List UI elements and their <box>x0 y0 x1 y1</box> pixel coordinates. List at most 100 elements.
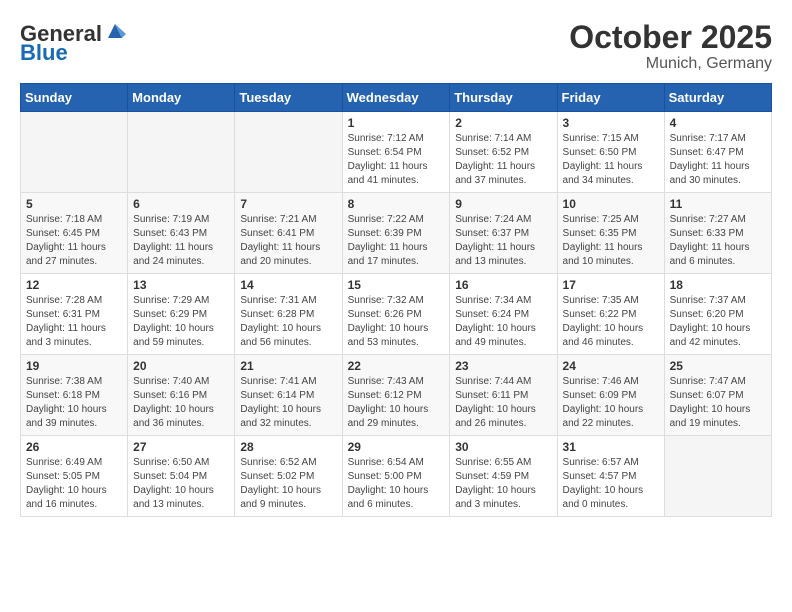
day-number: 31 <box>563 440 659 454</box>
day-info: Sunrise: 7:17 AM Sunset: 6:47 PM Dayligh… <box>670 132 766 188</box>
calendar-cell: 19 Sunrise: 7:38 AM Sunset: 6:18 PM Dayli… <box>21 355 128 436</box>
weekday-header: Thursday <box>450 84 557 112</box>
day-number: 26 <box>26 440 122 454</box>
day-number: 28 <box>240 440 336 454</box>
day-info: Sunrise: 7:41 AM Sunset: 6:14 PM Dayligh… <box>240 375 336 431</box>
calendar-cell: 28 Sunrise: 6:52 AM Sunset: 5:02 PM Dayli… <box>235 436 342 517</box>
day-info: Sunrise: 7:43 AM Sunset: 6:12 PM Dayligh… <box>348 375 445 431</box>
title-area: October 2025 Munich, Germany <box>569 20 772 73</box>
calendar-cell: 11 Sunrise: 7:27 AM Sunset: 6:33 PM Dayli… <box>664 193 771 274</box>
calendar-cell: 2 Sunrise: 7:14 AM Sunset: 6:52 PM Daylig… <box>450 112 557 193</box>
calendar-cell: 27Sunrise: 6:50 AM Sunset: 5:04 PM Dayli… <box>128 436 235 517</box>
day-number: 3 <box>563 116 659 130</box>
day-info: Sunrise: 7:24 AM Sunset: 6:37 PM Dayligh… <box>455 213 551 269</box>
calendar-week-row: 5 Sunrise: 7:18 AM Sunset: 6:45 PM Daylig… <box>21 193 772 274</box>
day-info: Sunrise: 7:38 AM Sunset: 6:18 PM Dayligh… <box>26 375 122 431</box>
weekday-header: Tuesday <box>235 84 342 112</box>
day-number: 30 <box>455 440 551 454</box>
day-info: Sunrise: 7:47 AM Sunset: 6:07 PM Dayligh… <box>670 375 766 431</box>
day-number: 7 <box>240 197 336 211</box>
day-info: Sunrise: 7:37 AM Sunset: 6:20 PM Dayligh… <box>670 294 766 350</box>
day-info: Sunrise: 7:12 AM Sunset: 6:54 PM Dayligh… <box>348 132 445 188</box>
calendar-week-row: 1 Sunrise: 7:12 AM Sunset: 6:54 PM Daylig… <box>21 112 772 193</box>
calendar-cell: 16 Sunrise: 7:34 AM Sunset: 6:24 PM Dayli… <box>450 274 557 355</box>
day-info: Sunrise: 7:25 AM Sunset: 6:35 PM Dayligh… <box>563 213 659 269</box>
day-number: 6 <box>133 197 229 211</box>
day-info: Sunrise: 7:21 AM Sunset: 6:41 PM Dayligh… <box>240 213 336 269</box>
day-info: Sunrise: 7:46 AM Sunset: 6:09 PM Dayligh… <box>563 375 659 431</box>
day-number: 15 <box>348 278 445 292</box>
calendar-cell: 12 Sunrise: 7:28 AM Sunset: 6:31 PM Dayli… <box>21 274 128 355</box>
day-info: Sunrise: 7:35 AM Sunset: 6:22 PM Dayligh… <box>563 294 659 350</box>
day-info: Sunrise: 7:40 AM Sunset: 6:16 PM Dayligh… <box>133 375 229 431</box>
day-info: Sunrise: 7:44 AM Sunset: 6:11 PM Dayligh… <box>455 375 551 431</box>
calendar-table: SundayMondayTuesdayWednesdayThursdayFrid… <box>20 83 772 517</box>
calendar-week-row: 12 Sunrise: 7:28 AM Sunset: 6:31 PM Dayli… <box>21 274 772 355</box>
calendar-cell: 4 Sunrise: 7:17 AM Sunset: 6:47 PM Daylig… <box>664 112 771 193</box>
day-number: 19 <box>26 359 122 373</box>
weekday-header: Saturday <box>664 84 771 112</box>
day-number: 22 <box>348 359 445 373</box>
day-info: Sunrise: 7:15 AM Sunset: 6:50 PM Dayligh… <box>563 132 659 188</box>
day-number: 12 <box>26 278 122 292</box>
calendar-cell: 1 Sunrise: 7:12 AM Sunset: 6:54 PM Daylig… <box>342 112 450 193</box>
day-info: Sunrise: 6:55 AM Sunset: 4:59 PM Dayligh… <box>455 456 551 512</box>
day-info: Sunrise: 7:27 AM Sunset: 6:33 PM Dayligh… <box>670 213 766 269</box>
day-info: Sunrise: 7:28 AM Sunset: 6:31 PM Dayligh… <box>26 294 122 350</box>
calendar-cell <box>664 436 771 517</box>
day-number: 5 <box>26 197 122 211</box>
calendar-cell: 10 Sunrise: 7:25 AM Sunset: 6:35 PM Dayli… <box>557 193 664 274</box>
calendar-cell: 21 Sunrise: 7:41 AM Sunset: 6:14 PM Dayli… <box>235 355 342 436</box>
day-number: 11 <box>670 197 766 211</box>
day-number: 2 <box>455 116 551 130</box>
day-info: Sunrise: 7:14 AM Sunset: 6:52 PM Dayligh… <box>455 132 551 188</box>
calendar-cell: 14Sunrise: 7:31 AM Sunset: 6:28 PM Dayli… <box>235 274 342 355</box>
calendar-cell: 13Sunrise: 7:29 AM Sunset: 6:29 PM Dayli… <box>128 274 235 355</box>
month-title: October 2025 <box>569 20 772 55</box>
calendar-cell: 8Sunrise: 7:22 AM Sunset: 6:39 PM Daylig… <box>342 193 450 274</box>
calendar-cell: 23 Sunrise: 7:44 AM Sunset: 6:11 PM Dayli… <box>450 355 557 436</box>
calendar-cell: 24 Sunrise: 7:46 AM Sunset: 6:09 PM Dayli… <box>557 355 664 436</box>
calendar-cell: 18 Sunrise: 7:37 AM Sunset: 6:20 PM Dayli… <box>664 274 771 355</box>
weekday-header: Sunday <box>21 84 128 112</box>
calendar-cell: 29Sunrise: 6:54 AM Sunset: 5:00 PM Dayli… <box>342 436 450 517</box>
logo-blue-text: Blue <box>20 40 68 66</box>
day-info: Sunrise: 6:49 AM Sunset: 5:05 PM Dayligh… <box>26 456 122 512</box>
calendar-week-row: 19 Sunrise: 7:38 AM Sunset: 6:18 PM Dayli… <box>21 355 772 436</box>
calendar-cell: 9 Sunrise: 7:24 AM Sunset: 6:37 PM Daylig… <box>450 193 557 274</box>
day-number: 23 <box>455 359 551 373</box>
day-number: 4 <box>670 116 766 130</box>
page-header: General Blue October 2025 Munich, German… <box>20 20 772 73</box>
calendar-cell: 25 Sunrise: 7:47 AM Sunset: 6:07 PM Dayli… <box>664 355 771 436</box>
day-number: 16 <box>455 278 551 292</box>
day-info: Sunrise: 6:52 AM Sunset: 5:02 PM Dayligh… <box>240 456 336 512</box>
weekday-header: Friday <box>557 84 664 112</box>
calendar-cell <box>21 112 128 193</box>
calendar-cell: 7 Sunrise: 7:21 AM Sunset: 6:41 PM Daylig… <box>235 193 342 274</box>
day-info: Sunrise: 7:18 AM Sunset: 6:45 PM Dayligh… <box>26 213 122 269</box>
calendar-cell: 3 Sunrise: 7:15 AM Sunset: 6:50 PM Daylig… <box>557 112 664 193</box>
logo: General Blue <box>20 20 126 66</box>
day-number: 18 <box>670 278 766 292</box>
day-number: 21 <box>240 359 336 373</box>
calendar-cell: 5 Sunrise: 7:18 AM Sunset: 6:45 PM Daylig… <box>21 193 128 274</box>
logo-icon <box>104 20 126 42</box>
day-info: Sunrise: 7:19 AM Sunset: 6:43 PM Dayligh… <box>133 213 229 269</box>
day-number: 9 <box>455 197 551 211</box>
day-number: 24 <box>563 359 659 373</box>
day-info: Sunrise: 6:54 AM Sunset: 5:00 PM Dayligh… <box>348 456 445 512</box>
day-number: 25 <box>670 359 766 373</box>
day-number: 10 <box>563 197 659 211</box>
day-info: Sunrise: 6:50 AM Sunset: 5:04 PM Dayligh… <box>133 456 229 512</box>
calendar-cell: 15Sunrise: 7:32 AM Sunset: 6:26 PM Dayli… <box>342 274 450 355</box>
day-info: Sunrise: 7:34 AM Sunset: 6:24 PM Dayligh… <box>455 294 551 350</box>
day-info: Sunrise: 7:29 AM Sunset: 6:29 PM Dayligh… <box>133 294 229 350</box>
calendar-cell <box>128 112 235 193</box>
day-info: Sunrise: 6:57 AM Sunset: 4:57 PM Dayligh… <box>563 456 659 512</box>
day-number: 17 <box>563 278 659 292</box>
calendar-cell: 31 Sunrise: 6:57 AM Sunset: 4:57 PM Dayli… <box>557 436 664 517</box>
day-number: 1 <box>348 116 445 130</box>
weekday-header: Monday <box>128 84 235 112</box>
day-number: 20 <box>133 359 229 373</box>
location: Munich, Germany <box>569 55 772 73</box>
